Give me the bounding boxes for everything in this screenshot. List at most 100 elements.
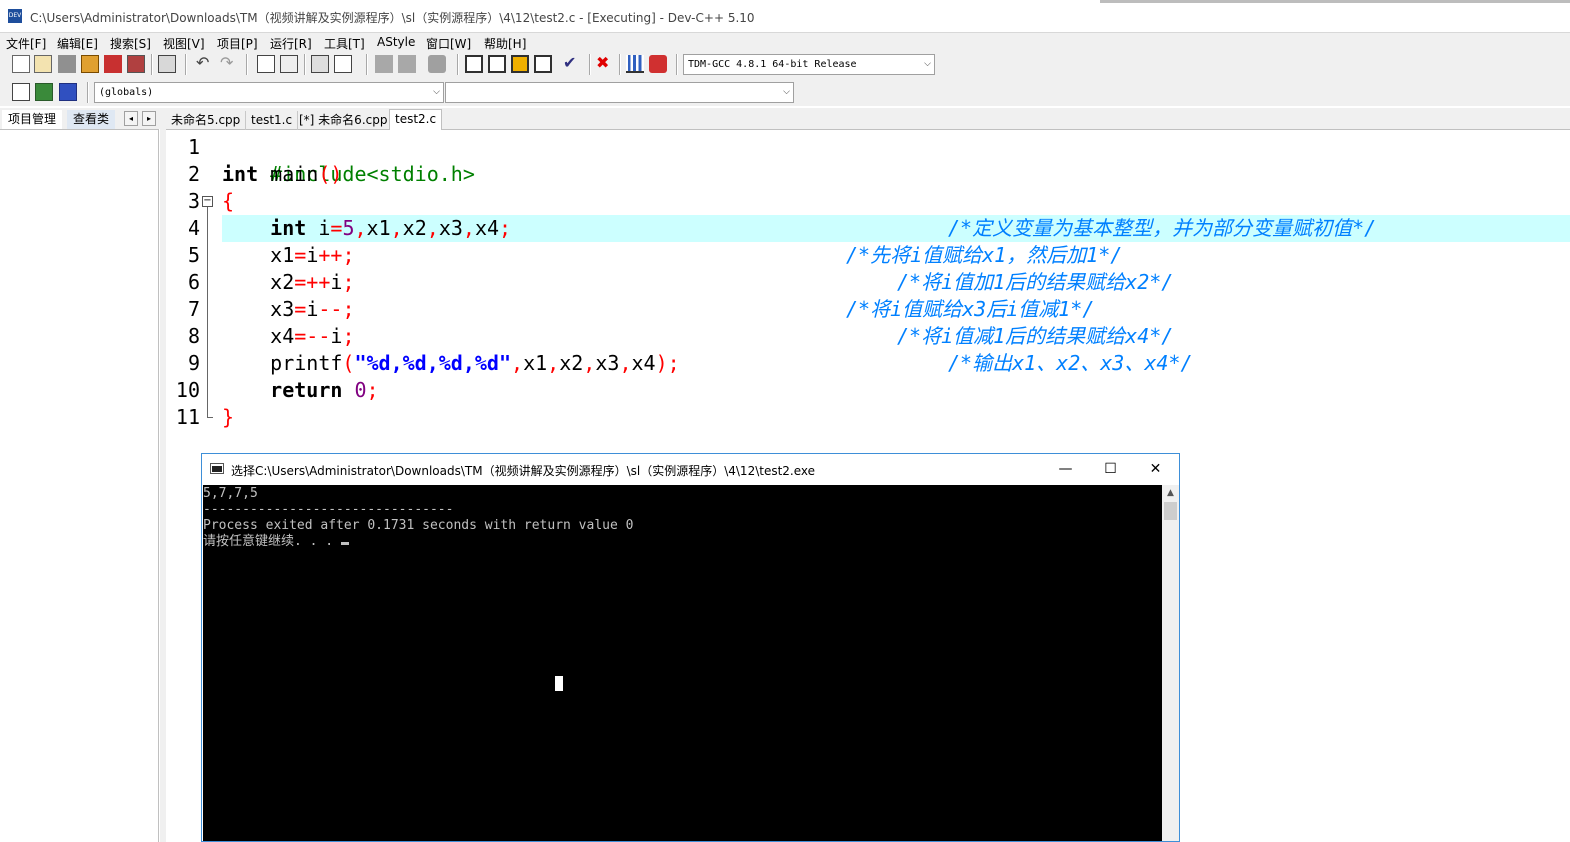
- minimize-button[interactable]: —: [1043, 458, 1088, 481]
- tab-project-manager[interactable]: 项目管理: [2, 110, 63, 129]
- tab-test2-c[interactable]: test2.c: [389, 109, 443, 131]
- line-number: 6: [187, 270, 200, 294]
- code-line-7: x3=i--; /*将i值赋给x3后i值减1*/: [222, 296, 1570, 323]
- console-prompt: 请按任意键继续. . .: [203, 534, 341, 549]
- code-line-5: x1=i++; /*先将i值赋给x1，然后加1*/: [222, 242, 1570, 269]
- menu-project[interactable]: 项目[P]: [217, 35, 258, 52]
- title-bar-strip: [1100, 0, 1570, 3]
- goto-line-icon[interactable]: [311, 55, 329, 73]
- menu-help[interactable]: 帮助[H]: [484, 35, 526, 52]
- compiler-select[interactable]: TDM-GCC 4.8.1 64-bit Release ⌵: [683, 54, 935, 75]
- run-icon[interactable]: [488, 55, 506, 73]
- delete-profile-icon[interactable]: [649, 55, 667, 73]
- undo-icon[interactable]: ↶: [196, 55, 214, 73]
- line-number: 2: [187, 162, 200, 186]
- console-title-bar[interactable]: 选择C:\Users\Administrator\Downloads\TM（视频…: [202, 454, 1179, 485]
- code-token: ,: [426, 216, 439, 240]
- mouse-cursor: [555, 676, 563, 691]
- bookmark-icon[interactable]: [334, 55, 352, 73]
- chevron-down-icon: ⌵: [924, 59, 931, 69]
- code-token: x1: [523, 351, 548, 375]
- code-token: main: [258, 162, 319, 186]
- maximize-button[interactable]: ☐: [1088, 458, 1133, 481]
- secondary-toolbar: (globals) ⌵ ⌵: [0, 79, 1570, 106]
- tab-scroll-left-button[interactable]: ◂: [124, 111, 138, 126]
- code-token: ,: [354, 216, 367, 240]
- console-output[interactable]: 5,7,7,5 --------------------------------…: [203, 485, 1162, 841]
- scrollbar-thumb[interactable]: [1164, 502, 1177, 520]
- indent-right-icon[interactable]: [398, 55, 416, 73]
- tab-class-browser[interactable]: 查看类: [67, 110, 116, 129]
- console-app-icon[interactable]: [210, 463, 224, 474]
- code-comment: /*将i值减1后的结果赋给x4*/: [897, 324, 1174, 348]
- tab-untitled5-cpp[interactable]: 未命名5.cpp: [166, 111, 247, 130]
- rebuild-all-icon[interactable]: [534, 55, 552, 73]
- compile-run-icon[interactable]: [511, 55, 529, 73]
- add-to-project-icon[interactable]: [35, 83, 53, 101]
- menu-search[interactable]: 搜索[S]: [110, 35, 151, 52]
- code-token: (): [318, 162, 343, 186]
- chevron-down-icon: ⌵: [433, 87, 440, 97]
- code-comment: /*定义变量为基本整型，并为部分变量赋初值*/: [948, 216, 1377, 240]
- line-number: 9: [187, 351, 200, 375]
- save-all-icon[interactable]: [81, 55, 99, 73]
- left-panel-tabs: 项目管理 查看类 ◂ ▸: [0, 108, 161, 129]
- toolbar-separator: [304, 54, 306, 75]
- save-icon[interactable]: [58, 55, 76, 73]
- new-file-icon[interactable]: [12, 55, 30, 73]
- find-icon[interactable]: [257, 55, 275, 73]
- line-number: 11: [175, 405, 200, 429]
- console-window[interactable]: 选择C:\Users\Administrator\Downloads\TM（视频…: [201, 453, 1180, 842]
- new-project-icon[interactable]: [12, 83, 30, 101]
- tab-test1-c[interactable]: test1.c: [246, 111, 299, 130]
- console-line: 5,7,7,5: [203, 486, 258, 501]
- code-token: int: [222, 162, 259, 186]
- stop-execution-icon[interactable]: ✖: [596, 55, 614, 73]
- menu-view[interactable]: 视图[V]: [163, 35, 205, 52]
- project-options-icon[interactable]: [59, 83, 77, 101]
- print-icon[interactable]: [158, 55, 176, 73]
- code-string: "%d,%d,%d,%d": [354, 351, 512, 375]
- code-comment: /*将i值赋给x3后i值减1*/: [846, 297, 1095, 321]
- compile-icon[interactable]: [465, 55, 483, 73]
- redo-icon[interactable]: ↷: [220, 55, 238, 73]
- tab-untitled6-cpp[interactable]: [*] 未命名6.cpp: [294, 111, 394, 130]
- indent-left-icon[interactable]: [375, 55, 393, 73]
- menu-astyle[interactable]: AStyle: [377, 35, 415, 49]
- close-file-icon[interactable]: [104, 55, 122, 73]
- replace-icon[interactable]: [280, 55, 298, 73]
- code-token: ;: [342, 270, 355, 294]
- code-line-3: {: [222, 188, 1570, 215]
- code-token: =: [294, 243, 307, 267]
- scroll-up-icon[interactable]: ▲: [1162, 485, 1179, 502]
- menu-window[interactable]: 窗口[W]: [426, 35, 471, 52]
- open-file-icon[interactable]: [34, 55, 52, 73]
- code-token: i: [306, 243, 319, 267]
- toggle-comment-icon[interactable]: [428, 55, 446, 73]
- code-token: }: [222, 405, 235, 429]
- line-number: 10: [175, 378, 200, 402]
- fold-guide-line: [207, 207, 208, 417]
- function-select[interactable]: ⌵: [445, 82, 794, 103]
- editor-tabs: 未命名5.cpp test1.c [*] 未命名6.cpp test2.c: [166, 108, 1570, 131]
- close-button[interactable]: ✕: [1133, 458, 1178, 481]
- project-panel[interactable]: [0, 129, 159, 842]
- scope-select[interactable]: (globals) ⌵: [94, 82, 444, 103]
- toolbar-separator: [87, 82, 89, 103]
- profile-icon[interactable]: [626, 55, 644, 73]
- menu-edit[interactable]: 编辑[E]: [57, 35, 98, 52]
- dev-cpp-app-icon[interactable]: DEV: [8, 9, 22, 23]
- code-token: =: [294, 297, 307, 321]
- menu-file[interactable]: 文件[F]: [6, 35, 46, 52]
- scope-select-value: (globals): [99, 87, 154, 98]
- tab-scroll-right-button[interactable]: ▸: [142, 111, 156, 126]
- fold-collapse-icon[interactable]: −: [202, 196, 213, 207]
- console-scrollbar[interactable]: ▲: [1162, 485, 1179, 841]
- check-syntax-icon[interactable]: ✔: [563, 55, 581, 73]
- console-line: --------------------------------: [203, 502, 454, 517]
- menu-run[interactable]: 运行[R]: [270, 35, 312, 52]
- close-all-icon[interactable]: [127, 55, 145, 73]
- code-token: ,: [511, 351, 524, 375]
- code-token: x4: [474, 216, 500, 240]
- menu-tools[interactable]: 工具[T]: [324, 35, 365, 52]
